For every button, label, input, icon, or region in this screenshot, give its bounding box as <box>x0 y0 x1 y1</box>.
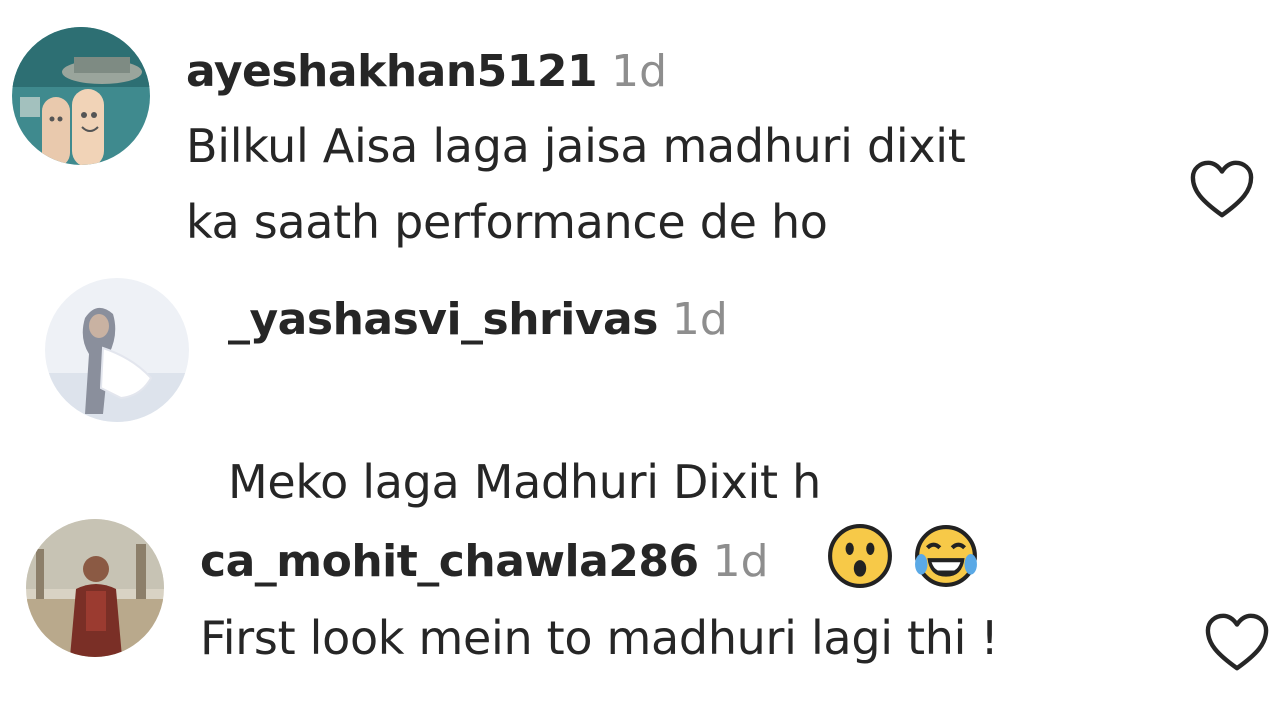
comment-username[interactable]: ca_mohit_chawla286 <box>200 536 699 587</box>
comment-timestamp[interactable]: 1d <box>611 46 667 97</box>
avatar[interactable] <box>45 278 189 422</box>
tears-of-joy-emoji <box>913 447 979 587</box>
comment-username[interactable]: _yashasvi_shrivas <box>228 294 658 345</box>
comment-text: Bilkul Aisa laga jaisa madhuri dixit ka … <box>186 119 966 249</box>
comment-username[interactable]: ayeshakhan5121 <box>186 46 598 97</box>
comment-timestamp[interactable]: 1d <box>672 294 728 345</box>
like-heart-icon[interactable] <box>1187 157 1257 221</box>
comment-text: First look mein to madhuri lagi thi ! <box>200 611 999 665</box>
comment-text-row: Meko laga Madhuri Dixit h <box>228 368 979 588</box>
hushed-face-emoji <box>827 447 893 588</box>
avatar-image <box>12 27 150 165</box>
avatar[interactable] <box>12 27 150 165</box>
like-heart-icon[interactable] <box>1202 610 1272 674</box>
comment-timestamp[interactable]: 1d <box>713 536 769 587</box>
comment-text: Meko laga Madhuri Dixit h <box>228 455 821 509</box>
avatar[interactable] <box>26 519 164 657</box>
avatar-image <box>45 278 189 422</box>
avatar-image <box>26 519 164 657</box>
